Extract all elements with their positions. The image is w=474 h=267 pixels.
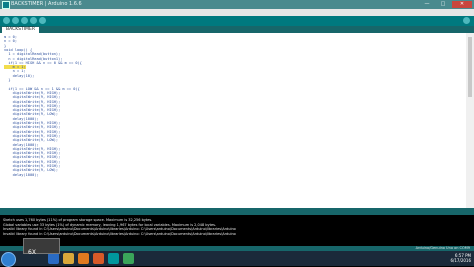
start-button[interactable] <box>1 252 16 267</box>
window-title: BACKSTIMER | Arduino 1.6.6 <box>11 1 82 7</box>
serial-monitor-icon[interactable] <box>463 17 470 24</box>
arduino-app-icon <box>2 1 10 9</box>
new-icon[interactable] <box>21 17 28 24</box>
console-line: Invalid library found in C:\Users\arduin… <box>3 231 236 236</box>
maximize-button[interactable]: □ <box>436 1 450 8</box>
code-line[interactable]: } <box>4 78 10 82</box>
playback-speed-label: 6X <box>28 249 36 256</box>
clock[interactable]: 6:57 PM 6/17/2016 <box>450 253 471 263</box>
status-bar: Done Saving. <box>0 208 474 225</box>
ie-icon[interactable] <box>48 253 59 264</box>
output-console: Sketch uses 1,760 bytes (11%) of program… <box>0 215 474 246</box>
code-line[interactable]: delay(1000); <box>4 173 39 177</box>
title-bar: BACKSTIMER | Arduino 1.6.6 — □ ✕ <box>0 0 474 9</box>
editor-scrollbar[interactable] <box>466 33 474 208</box>
save-icon[interactable] <box>39 17 46 24</box>
arduino-icon[interactable] <box>108 253 119 264</box>
close-button[interactable]: ✕ <box>452 1 472 8</box>
open-icon[interactable] <box>30 17 37 24</box>
playback-speed-overlay: 6X <box>23 238 60 256</box>
upload-icon[interactable] <box>12 17 19 24</box>
firefox-icon[interactable] <box>93 253 104 264</box>
minimize-button[interactable]: — <box>420 1 434 8</box>
taskbar: 6:57 PM 6/17/2016 <box>0 251 474 267</box>
chrome-icon[interactable] <box>123 253 134 264</box>
clock-date: 6/17/2016 <box>450 258 471 263</box>
tab-bar: BACKSTIMER <box>0 26 474 33</box>
media-icon[interactable] <box>78 253 89 264</box>
verify-icon[interactable] <box>3 17 10 24</box>
code-editor[interactable]: m = 0; n = 0;} void loop() { 1 = digitalRe… <box>0 33 466 208</box>
folder-icon[interactable] <box>63 253 74 264</box>
scrollbar-thumb[interactable] <box>468 37 472 97</box>
arduino-window: BACKSTIMER | Arduino 1.6.6 — □ ✕ File Ed… <box>0 0 474 251</box>
menu-bar: File Edit Sketch Tools Help <box>0 9 474 26</box>
toolbar <box>0 16 474 26</box>
